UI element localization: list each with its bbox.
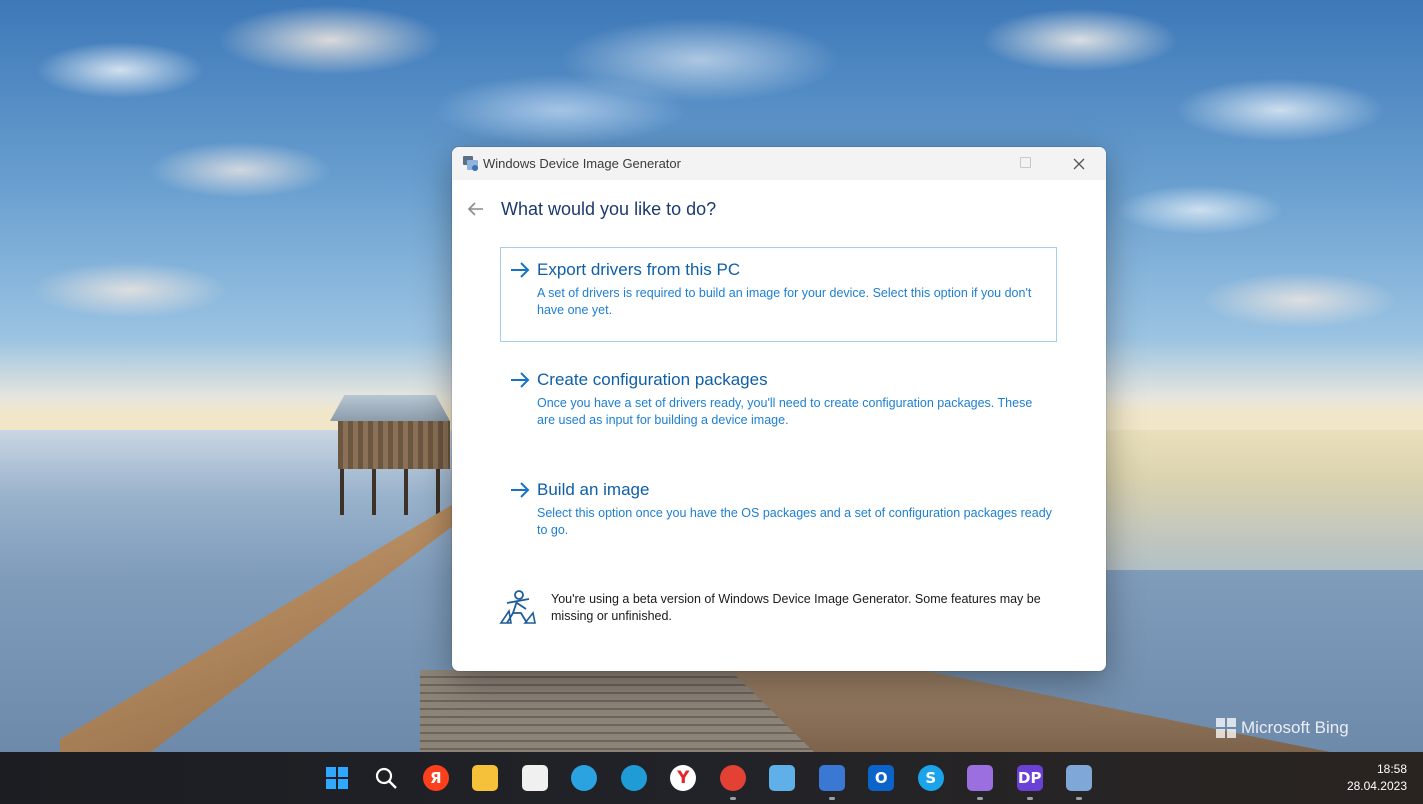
close-icon bbox=[1073, 158, 1085, 170]
taskbar-button-outlook[interactable]: O bbox=[857, 752, 907, 804]
visual-studio-icon bbox=[967, 765, 994, 791]
back-button[interactable] bbox=[464, 199, 488, 221]
taskbar-button-yandex-browser[interactable]: Y bbox=[659, 752, 709, 804]
construction-worker-icon bbox=[499, 590, 536, 624]
taskbar-button-skype[interactable]: S bbox=[906, 752, 956, 804]
outlook-icon: O bbox=[868, 765, 895, 791]
chrome-icon bbox=[719, 765, 746, 791]
arrow-right-icon bbox=[511, 372, 530, 388]
taskbar-button-chrome[interactable] bbox=[708, 752, 758, 804]
running-indicator bbox=[977, 797, 984, 800]
file-explorer-icon bbox=[472, 765, 499, 791]
system-clock[interactable]: 18:58 28.04.2023 bbox=[1347, 761, 1407, 795]
device-image-generator-icon bbox=[1066, 765, 1093, 791]
option-title: Export drivers from this PC bbox=[537, 260, 741, 279]
taskbar-button-edge[interactable] bbox=[609, 752, 659, 804]
taskbar-button-telegram[interactable] bbox=[560, 752, 610, 804]
taskbar-button-yandex[interactable]: Я bbox=[411, 752, 461, 804]
app-window: Windows Device Image Generator What woul… bbox=[452, 147, 1106, 671]
option-export-drivers[interactable]: Export drivers from this PC A set of dri… bbox=[500, 247, 1057, 342]
running-indicator bbox=[1076, 797, 1083, 800]
telegram-icon bbox=[571, 765, 598, 791]
running-indicator bbox=[729, 797, 736, 800]
option-title: Create configuration packages bbox=[537, 370, 768, 389]
option-title: Build an image bbox=[537, 480, 650, 499]
taskbar-button-notepad[interactable] bbox=[758, 752, 808, 804]
beta-notice: You're using a beta version of Windows D… bbox=[551, 592, 1041, 623]
taskbar-button-dotpeek[interactable]: DP bbox=[1005, 752, 1055, 804]
app-icon bbox=[463, 156, 478, 171]
page-title: What would you like to do? bbox=[501, 199, 717, 219]
taskbar-button-file-explorer[interactable] bbox=[461, 752, 511, 804]
taskbar-button-start[interactable] bbox=[312, 752, 362, 804]
bing-watermark: Microsoft Bing bbox=[1216, 718, 1349, 738]
taskbar-button-microsoft-store[interactable] bbox=[510, 752, 560, 804]
notepad-icon bbox=[769, 765, 796, 791]
edge-icon bbox=[620, 765, 647, 791]
microsoft-store-icon bbox=[521, 765, 548, 791]
search-icon bbox=[373, 765, 399, 791]
taskbar-button-save-disk[interactable] bbox=[807, 752, 857, 804]
start-icon bbox=[324, 765, 350, 791]
option-create-configuration-packages[interactable]: Create configuration packages Once you h… bbox=[500, 357, 1057, 452]
skype-icon: S bbox=[917, 765, 944, 791]
taskbar-button-search[interactable] bbox=[362, 752, 412, 804]
taskbar: Я Y O S DP 18:58 28.04.2023 bbox=[0, 752, 1423, 804]
clock-date: 28.04.2023 bbox=[1346, 779, 1407, 793]
window-title: Windows Device Image Generator bbox=[483, 156, 681, 171]
bing-watermark-text: Microsoft Bing bbox=[1241, 718, 1349, 737]
wallpaper-sunset-reflection bbox=[1106, 430, 1423, 570]
bing-logo-icon bbox=[1216, 718, 1236, 738]
yandex-browser-icon: Y bbox=[670, 765, 697, 791]
running-indicator bbox=[1026, 797, 1033, 800]
save-disk-icon bbox=[818, 765, 845, 791]
option-build-image[interactable]: Build an image Select this option once y… bbox=[500, 467, 1057, 562]
taskbar-apps: Я Y O S DP bbox=[312, 752, 1104, 804]
clock-time: 18:58 bbox=[1376, 762, 1407, 776]
title-bar[interactable]: Windows Device Image Generator bbox=[452, 147, 1106, 180]
arrow-right-icon bbox=[511, 482, 530, 498]
arrow-right-icon bbox=[511, 262, 530, 278]
maximize-button[interactable] bbox=[1020, 157, 1031, 168]
option-description: A set of drivers is required to build an… bbox=[537, 286, 1032, 317]
running-indicator bbox=[828, 797, 835, 800]
taskbar-button-device-image-generator[interactable] bbox=[1055, 752, 1105, 804]
back-arrow-icon bbox=[467, 202, 483, 216]
yandex-icon: Я bbox=[422, 765, 449, 791]
taskbar-button-visual-studio[interactable] bbox=[956, 752, 1006, 804]
option-description: Select this option once you have the OS … bbox=[537, 506, 1052, 537]
close-button[interactable] bbox=[1064, 151, 1094, 177]
wallpaper-gazebo bbox=[330, 395, 452, 515]
option-description: Once you have a set of drivers ready, yo… bbox=[537, 396, 1033, 427]
dotpeek-icon: DP bbox=[1016, 765, 1043, 791]
